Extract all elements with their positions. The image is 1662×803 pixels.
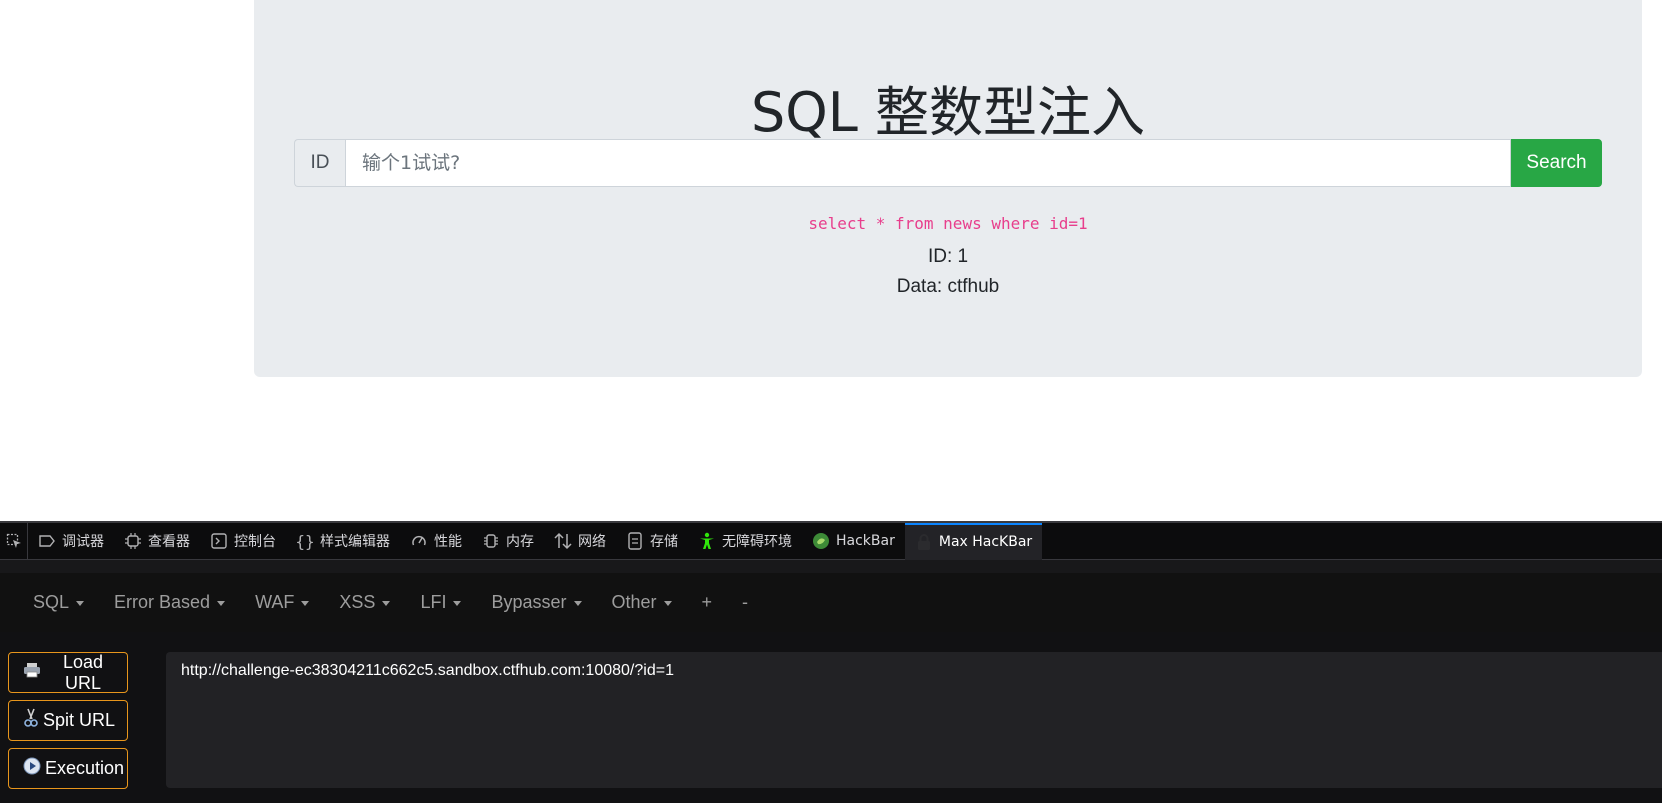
element-picker-icon[interactable] [0,522,28,560]
menu-bypasser[interactable]: Bypasser [476,592,596,613]
result-data: Data: ctfhub [896,276,1000,297]
printer-icon [23,662,41,683]
caret-down-icon [663,601,672,606]
sql-query-text: select * from news where id=1 [808,214,1088,233]
url-textarea[interactable]: http://challenge-ec38304211c662c5.sandbo… [166,652,1662,788]
caret-down-icon [453,601,462,606]
execution-label: Execution [45,758,125,778]
search-button[interactable]: Search [1511,139,1602,187]
style-editor-icon: {} [295,531,315,551]
performance-icon [410,532,428,550]
menu-waf[interactable]: WAF [240,592,324,613]
menu-label: XSS [339,592,376,612]
caret-down-icon [382,601,391,606]
network-icon [554,532,572,550]
menu-label: LFI [420,592,447,612]
storage-icon [626,532,644,550]
tab-label: 查看器 [148,534,190,550]
debugger-icon [38,532,56,550]
devtools-panel: 调试器 查看器 控制台 {} 样式编辑器 性能 内存 网络 存储 无障碍环境 H… [0,521,1662,803]
menu-label: Other [611,592,657,612]
inspector-icon [124,532,142,550]
load-url-label: Load URL [62,651,104,693]
id-input[interactable] [345,139,1511,187]
menu-other[interactable]: Other [597,592,687,613]
accessibility-icon [698,532,716,550]
menu-label: SQL [33,592,70,612]
tab-console[interactable]: 控制台 [200,523,286,560]
caret-down-icon [76,601,85,606]
tab-label: 网络 [578,534,606,550]
devtools-toolbar: 调试器 查看器 控制台 {} 样式编辑器 性能 内存 网络 存储 无障碍环境 H… [0,522,1662,560]
lock-icon [915,533,933,551]
tab-label: 存储 [650,534,678,550]
menu-label: Bypasser [491,592,567,612]
scissors-icon [23,708,39,733]
split-url-label: Spit URL [43,710,116,730]
tab-accessibility[interactable]: 无障碍环境 [688,523,802,560]
hackbar-menu: SQL Error Based WAF XSS LFI Bypasser Oth… [0,573,1662,632]
execution-button[interactable]: Execution [8,748,128,789]
tab-memory[interactable]: 内存 [472,523,544,560]
menu-minus[interactable]: - [727,592,763,613]
menu-lfi[interactable]: LFI [405,592,476,613]
result-id: ID: 1 [927,246,969,267]
tab-label: 无障碍环境 [722,534,792,550]
web-page: SQL 整数型注入 ID Search select * from news w… [0,0,1662,521]
page-title: SQL 整数型注入 [750,81,1146,144]
split-url-button[interactable]: Spit URL [8,700,128,741]
tab-label: HackBar [836,533,895,549]
tab-label: 调试器 [62,534,104,550]
query-result: select * from news where id=1 ID: 1 Data… [254,212,1642,302]
tab-label: Max HacKBar [938,534,1033,550]
menu-sql[interactable]: SQL [18,592,99,613]
jumbotron: SQL 整数型注入 ID Search select * from news w… [254,0,1642,377]
tab-style-editor[interactable]: {} 样式编辑器 [286,523,400,560]
tab-label: 控制台 [234,534,276,550]
memory-icon [482,532,500,550]
tab-max-hackbar[interactable]: Max HacKBar [904,522,1043,560]
menu-xss[interactable]: XSS [324,592,405,613]
tab-label: 内存 [506,534,534,550]
tab-hackbar[interactable]: HackBar [802,523,905,560]
search-form: ID Search [294,139,1602,187]
menu-label: - [742,592,749,612]
tab-network[interactable]: 网络 [544,523,616,560]
console-icon [210,532,228,550]
menu-error-based[interactable]: Error Based [99,592,240,613]
menu-label: Error Based [114,592,211,612]
hackbar-icon [812,532,830,550]
menu-label: + [701,592,713,612]
load-url-button[interactable]: Load URL [8,652,128,693]
id-prefix-label: ID [294,139,345,187]
tab-label: 性能 [434,534,462,550]
caret-down-icon [573,601,582,606]
menu-label: WAF [255,592,295,612]
tab-storage[interactable]: 存储 [616,523,688,560]
caret-down-icon [217,601,226,606]
tab-performance[interactable]: 性能 [400,523,472,560]
menu-plus[interactable]: + [687,592,728,613]
tab-debugger[interactable]: 调试器 [28,523,114,560]
play-icon [23,757,41,780]
caret-down-icon [301,601,310,606]
tab-inspector[interactable]: 查看器 [114,523,200,560]
tab-label: 样式编辑器 [320,534,390,550]
